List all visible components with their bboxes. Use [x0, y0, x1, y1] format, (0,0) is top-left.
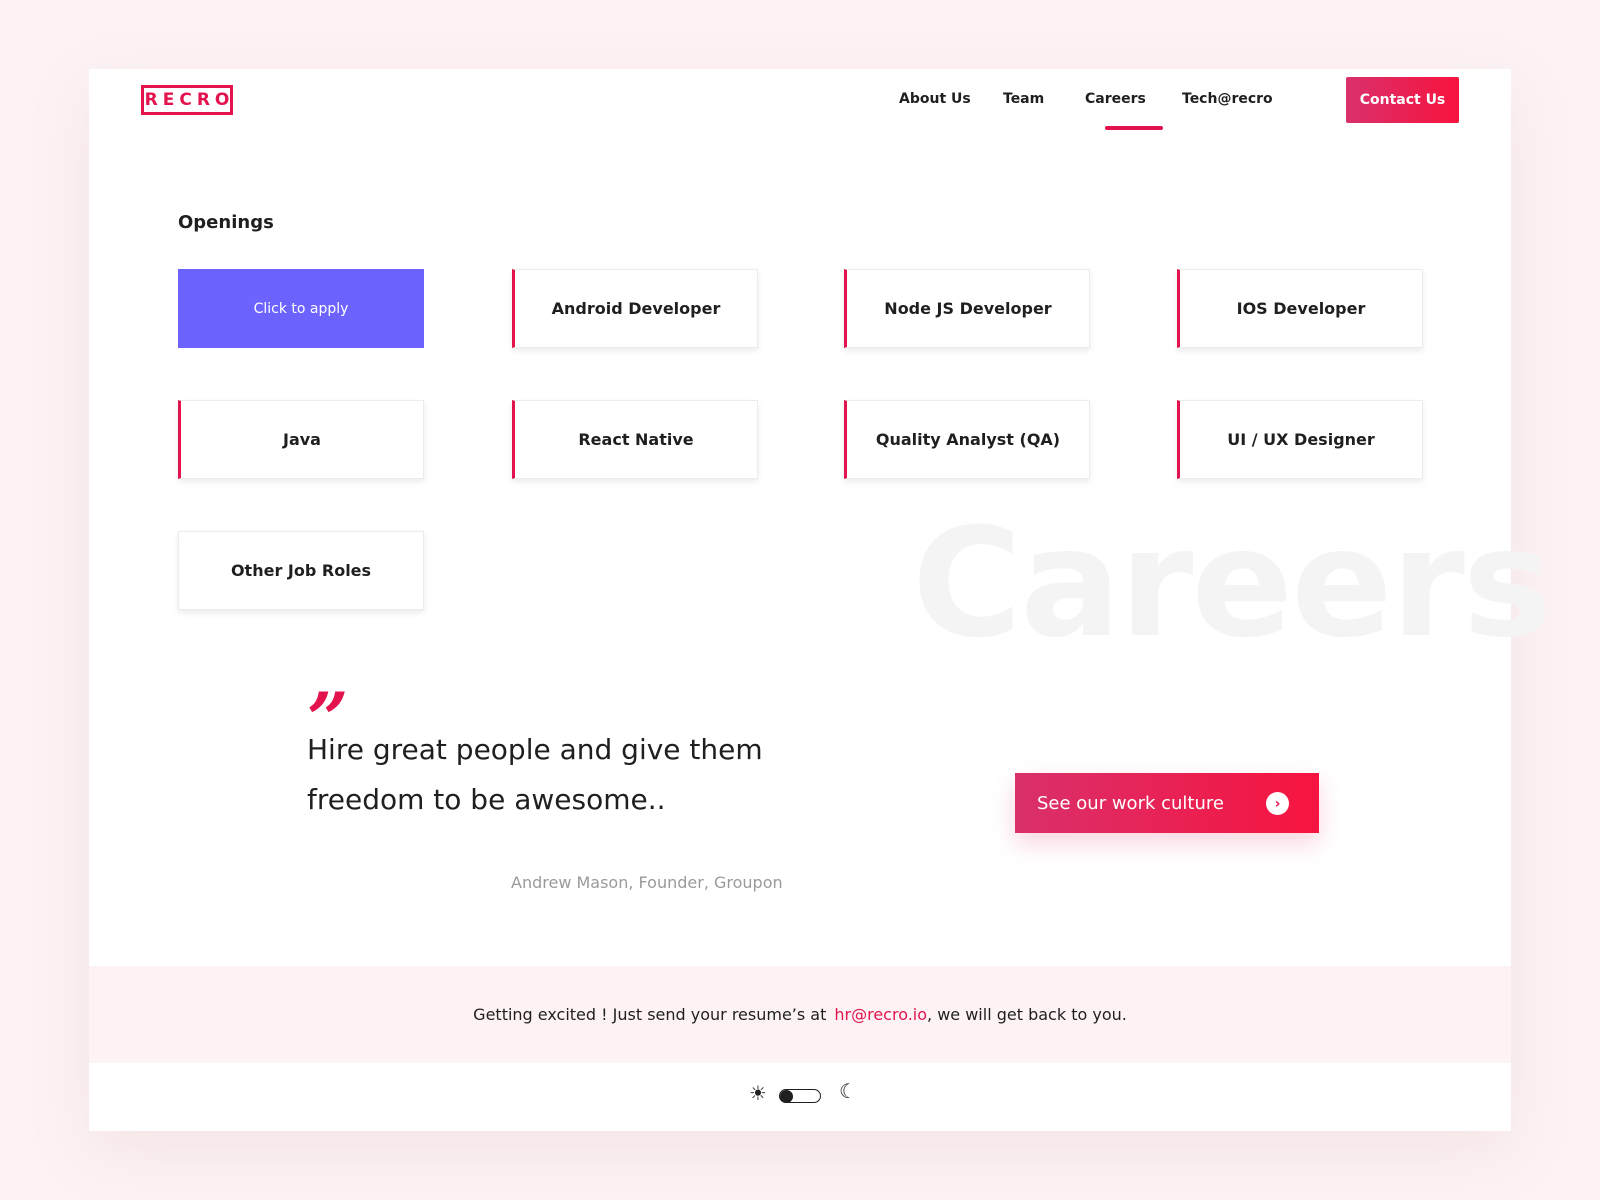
job-card-quality-analyst[interactable]: Quality Analyst (QA) [844, 400, 1090, 479]
active-nav-indicator [1105, 126, 1163, 130]
job-card-react-native[interactable]: React Native [512, 400, 758, 479]
resume-text-after: , we will get back to you. [927, 1005, 1127, 1024]
theme-toggle[interactable] [779, 1089, 821, 1103]
see-work-culture-button[interactable]: See our work culture › [1015, 773, 1319, 833]
nav-about-us[interactable]: About Us [899, 91, 971, 107]
openings-heading: Openings [178, 212, 274, 233]
job-card-node-js-developer[interactable]: Node JS Developer [844, 269, 1090, 348]
page-card: RECRO About Us Team Careers Tech@recro C… [89, 69, 1552, 1131]
sun-icon: ☀ [749, 1081, 767, 1105]
quote-author: Andrew Mason, Founder, Groupon [511, 873, 783, 892]
job-card-other-job-roles[interactable]: Other Job Roles [178, 531, 424, 610]
culture-button-label: See our work culture [1037, 792, 1224, 814]
click-to-apply-button[interactable]: Click to apply [178, 269, 424, 348]
job-card-java[interactable]: Java [178, 400, 424, 479]
moon-icon: ☾ [839, 1079, 857, 1103]
recro-logo[interactable]: RECRO [141, 85, 233, 115]
top-navbar: RECRO About Us Team Careers Tech@recro C… [89, 69, 1511, 149]
toggle-knob [780, 1089, 793, 1103]
job-card-ios-developer[interactable]: IOS Developer [1177, 269, 1423, 348]
resume-banner: Getting excited ! Just send your resume’… [89, 966, 1511, 1063]
quote-text: Hire great people and give them freedom … [307, 733, 763, 816]
theme-switcher: ☀ ☾ [89, 1063, 1511, 1131]
nav-team[interactable]: Team [1003, 91, 1044, 107]
nav-tech-recro[interactable]: Tech@recro [1182, 91, 1273, 107]
resume-text-before: Getting excited ! Just send your resume’… [473, 1005, 827, 1024]
job-card-android-developer[interactable]: Android Developer [512, 269, 758, 348]
contact-us-button[interactable]: Contact Us [1346, 77, 1459, 123]
chevron-right-icon: › [1266, 792, 1289, 815]
nav-careers[interactable]: Careers [1085, 91, 1146, 107]
careers-watermark: Careers [912, 497, 1552, 671]
hr-email-link[interactable]: hr@recro.io [834, 1005, 927, 1024]
job-card-ui-ux-designer[interactable]: UI / UX Designer [1177, 400, 1423, 479]
